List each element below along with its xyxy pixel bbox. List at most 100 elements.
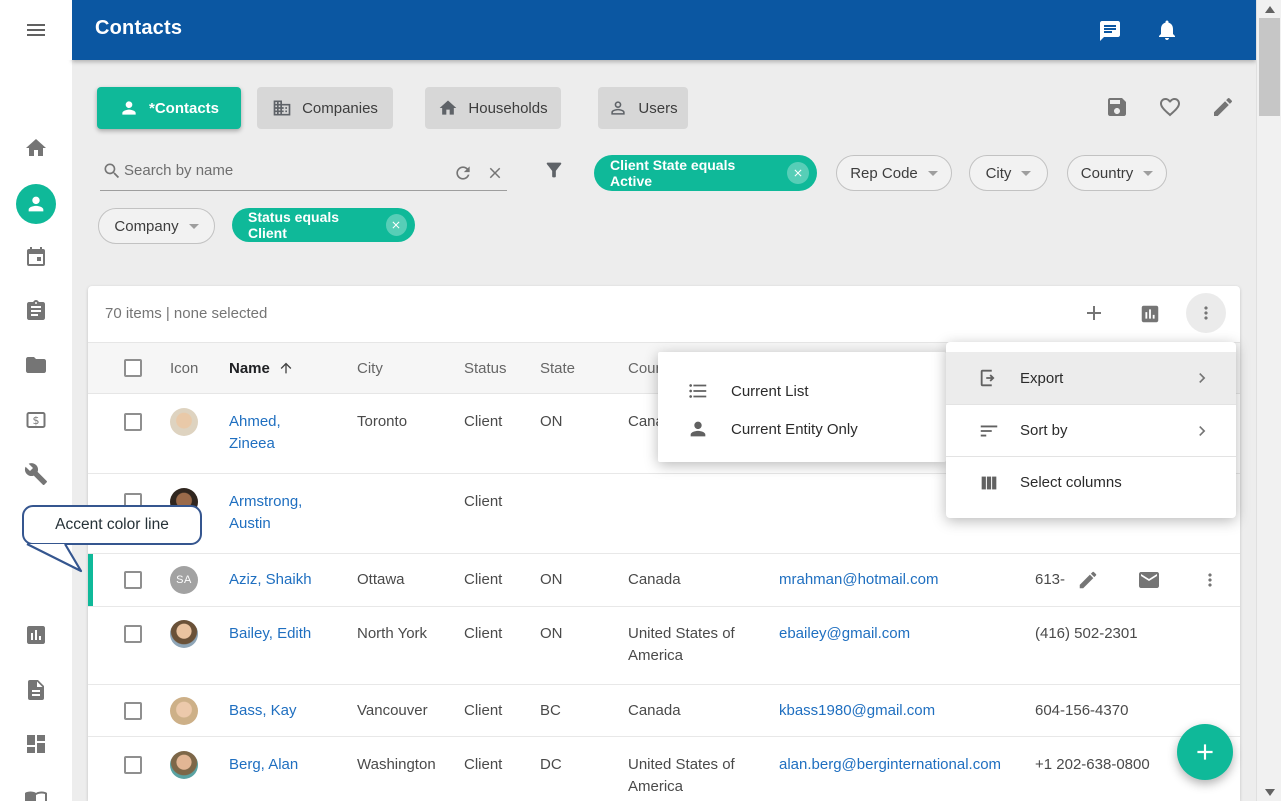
sidebar-home-icon[interactable] bbox=[24, 136, 48, 160]
submenu-item-label: Current Entity Only bbox=[731, 421, 858, 438]
house-icon bbox=[438, 98, 458, 118]
row-email-envelope-icon[interactable] bbox=[1137, 568, 1161, 592]
contact-email-link[interactable]: kbass1980@gmail.com bbox=[779, 700, 935, 722]
submenu-item-current-entity-only[interactable]: Current Entity Only bbox=[658, 410, 946, 448]
row-more-options-icon[interactable] bbox=[1200, 570, 1220, 590]
refresh-icon[interactable] bbox=[453, 163, 473, 183]
menu-item-label: Select columns bbox=[1020, 474, 1122, 491]
sidebar-contacts-icon[interactable] bbox=[16, 184, 56, 224]
add-contact-fab[interactable] bbox=[1177, 724, 1233, 780]
contact-avatar bbox=[170, 408, 198, 436]
save-view-icon[interactable] bbox=[1105, 95, 1129, 119]
chart-view-icon[interactable] bbox=[1139, 303, 1161, 325]
menu-item-select-columns[interactable]: Select columns bbox=[946, 456, 1236, 508]
submenu-item-current-list[interactable]: Current List bbox=[658, 372, 946, 410]
clear-search-icon[interactable] bbox=[486, 164, 504, 182]
cell-state: ON bbox=[540, 569, 628, 591]
column-header-city[interactable]: City bbox=[357, 360, 464, 377]
column-header-name[interactable]: Name bbox=[229, 360, 357, 377]
search-input[interactable] bbox=[124, 155, 424, 185]
sidebar-dashboard-icon[interactable] bbox=[24, 732, 48, 756]
chat-icon[interactable] bbox=[1098, 19, 1122, 43]
tab-users[interactable]: Users bbox=[598, 87, 688, 129]
filter-chip-status-label: Status equals Client bbox=[248, 209, 377, 241]
sidebar-calendar-icon[interactable] bbox=[24, 245, 48, 269]
contact-avatar bbox=[170, 751, 198, 779]
sidebar-library-icon[interactable] bbox=[24, 787, 48, 801]
remove-filter-icon[interactable] bbox=[386, 214, 407, 236]
cell-city: North York bbox=[357, 623, 464, 645]
contact-name-link[interactable]: Berg, Alan bbox=[229, 754, 298, 776]
columns-icon bbox=[978, 472, 1000, 494]
filter-funnel-icon[interactable] bbox=[543, 159, 565, 181]
person-icon bbox=[119, 98, 139, 118]
row-checkbox[interactable] bbox=[124, 756, 142, 774]
menu-item-export[interactable]: Export bbox=[946, 352, 1236, 404]
contact-name-link[interactable]: Ahmed, Zineea bbox=[229, 411, 325, 455]
export-icon bbox=[978, 367, 1000, 389]
sidebar-tools-icon[interactable] bbox=[24, 462, 48, 486]
add-icon[interactable] bbox=[1082, 301, 1106, 325]
contact-initials-avatar: SA bbox=[170, 566, 198, 594]
sidebar-reports-icon[interactable] bbox=[24, 623, 48, 647]
menu-item-sort-by[interactable]: Sort by bbox=[946, 404, 1236, 456]
filter-chip-city[interactable]: City bbox=[969, 155, 1048, 191]
sidebar-notes-icon[interactable] bbox=[24, 678, 48, 702]
cell-status: Client bbox=[464, 754, 540, 776]
tab-contacts[interactable]: *Contacts bbox=[97, 87, 241, 129]
column-header-status[interactable]: Status bbox=[464, 360, 540, 377]
chevron-down-icon bbox=[189, 224, 199, 229]
filter-chip-rep-code-label: Rep Code bbox=[850, 165, 918, 182]
tab-companies[interactable]: Companies bbox=[257, 87, 393, 129]
edit-pencil-icon[interactable] bbox=[1211, 95, 1235, 119]
tab-users-label: Users bbox=[638, 100, 677, 117]
contact-email-link[interactable]: alan.berg@berginternational.com bbox=[779, 754, 1001, 776]
tab-households[interactable]: Households bbox=[425, 87, 561, 129]
more-options-button[interactable] bbox=[1186, 293, 1226, 333]
top-left-zone bbox=[0, 0, 72, 60]
contact-name-link[interactable]: Bass, Kay bbox=[229, 700, 297, 722]
filter-chip-company[interactable]: Company bbox=[98, 208, 215, 244]
sidebar-billing-icon[interactable]: $ bbox=[24, 408, 48, 432]
contact-name-link[interactable]: Bailey, Edith bbox=[229, 623, 311, 645]
hamburger-menu-icon[interactable] bbox=[24, 18, 48, 42]
column-header-state[interactable]: State bbox=[540, 360, 628, 377]
filter-chip-status[interactable]: Status equals Client bbox=[232, 208, 415, 242]
accent-color-line-callout: Accent color line bbox=[22, 505, 202, 545]
scrollbar-up-arrow[interactable] bbox=[1257, 0, 1281, 18]
vertical-scrollbar bbox=[1256, 0, 1281, 801]
filter-chip-company-label: Company bbox=[114, 218, 178, 235]
list-options-menu: Export Sort by Select columns bbox=[946, 342, 1236, 518]
table-row: Bailey, Edith North York Client ON Unite… bbox=[88, 607, 1240, 685]
sidebar-tasks-icon[interactable] bbox=[24, 299, 48, 323]
contact-name-link[interactable]: Aziz, Shaikh bbox=[229, 569, 312, 591]
chevron-down-icon bbox=[1143, 171, 1153, 176]
sidebar-documents-icon[interactable] bbox=[24, 353, 48, 377]
row-checkbox[interactable] bbox=[124, 625, 142, 643]
row-checkbox[interactable] bbox=[124, 413, 142, 431]
scrollbar-thumb[interactable] bbox=[1259, 18, 1280, 116]
contact-email-link[interactable]: ebailey@gmail.com bbox=[779, 623, 910, 645]
cell-city: Vancouver bbox=[357, 700, 464, 722]
notifications-bell-icon[interactable] bbox=[1155, 18, 1179, 42]
contact-email-link[interactable]: mrahman@hotmail.com bbox=[779, 569, 938, 591]
favorite-heart-icon[interactable] bbox=[1158, 95, 1182, 119]
scrollbar-down-arrow[interactable] bbox=[1257, 783, 1281, 801]
cell-state: BC bbox=[540, 700, 628, 722]
filter-chip-client-state[interactable]: Client State equals Active bbox=[594, 155, 817, 191]
tab-contacts-label: *Contacts bbox=[149, 100, 219, 117]
search-icon bbox=[102, 161, 122, 181]
filter-chip-client-state-label: Client State equals Active bbox=[610, 157, 778, 189]
svg-text:$: $ bbox=[33, 414, 40, 427]
row-checkbox[interactable] bbox=[124, 571, 142, 589]
select-all-checkbox[interactable] bbox=[124, 359, 142, 377]
filter-chip-country-label: Country bbox=[1081, 165, 1134, 182]
remove-filter-icon[interactable] bbox=[787, 162, 809, 184]
row-checkbox[interactable] bbox=[124, 702, 142, 720]
chevron-down-icon bbox=[1021, 171, 1031, 176]
app-sidebar: $ bbox=[0, 60, 72, 801]
filter-chip-rep-code[interactable]: Rep Code bbox=[836, 155, 952, 191]
row-edit-pencil-icon[interactable] bbox=[1077, 569, 1099, 591]
filter-chip-country[interactable]: Country bbox=[1067, 155, 1167, 191]
contact-name-link[interactable]: Armstrong, Austin bbox=[229, 491, 325, 535]
